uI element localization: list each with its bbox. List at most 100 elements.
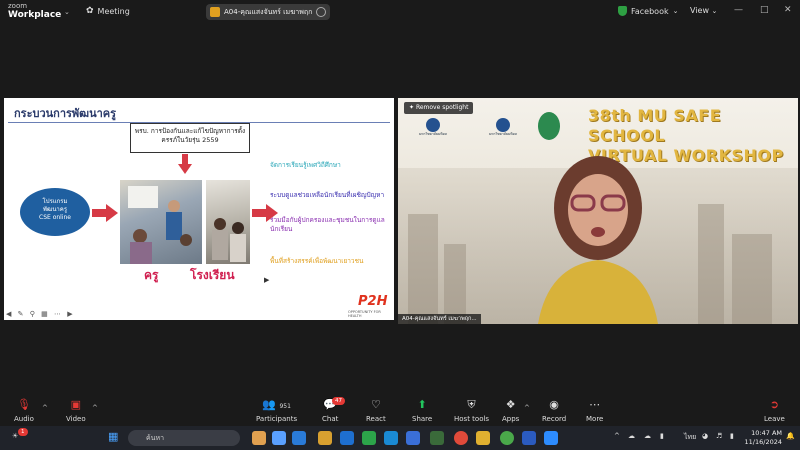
prev-icon[interactable]: ◀ (6, 310, 13, 318)
battery-status-icon[interactable]: ▮ (730, 432, 734, 440)
taskbar: ☀ 1 ▦ ค้นหา ^ ☁ ☁ ▮ ไทย ◕ ♬ ▮ 10:47 AM 1… (0, 426, 800, 450)
apps-label: Apps (502, 415, 520, 423)
react-button[interactable]: ♡ React (366, 398, 386, 423)
bullet-item: ระบบดูแลช่วยเหลือนักเรียนที่เผชิญปัญหา (270, 191, 385, 199)
heart-icon: ♡ (370, 398, 381, 411)
bullet-item: จัดการเรียนรู้เพศวิถีศึกษา (270, 161, 341, 169)
school-label: โรงเรียน (190, 268, 235, 282)
chrome-icon[interactable] (454, 431, 468, 445)
wifi-icon[interactable]: ◕ (702, 432, 708, 440)
mail-icon[interactable] (292, 431, 306, 445)
video-options-icon[interactable]: ^ (92, 404, 98, 412)
more-button[interactable]: ⋯ More (586, 398, 603, 423)
language-indicator[interactable]: ไทย (684, 432, 696, 443)
remove-spotlight-button[interactable]: ✦ Remove spotlight (404, 102, 474, 114)
participants-count: 951 (279, 403, 291, 410)
shared-slide: กระบวนการพัฒนาครู พรบ. การป้องกันและแก้ไ… (4, 98, 394, 320)
chat-badge: 47 (332, 397, 345, 405)
meeting-label: Meeting (97, 6, 130, 16)
close-icon[interactable]: ✕ (784, 5, 792, 15)
grid-icon[interactable]: ▦ (41, 310, 50, 318)
video-button[interactable]: ▣ Video (66, 398, 86, 423)
oval-line: CSE online (39, 214, 71, 221)
line-icon[interactable] (362, 431, 376, 445)
mahidol-logo-icon (496, 118, 510, 132)
share-button[interactable]: ⬆ Share (412, 398, 432, 423)
participants-icon: 👥 951 (262, 398, 291, 411)
leave-icon: ➲ (769, 398, 780, 411)
clock[interactable]: 10:47 AM 11/16/2024 (742, 429, 782, 447)
pen-icon[interactable]: ✎ (18, 310, 26, 318)
host-tools-button[interactable]: ⛨ Host tools (454, 398, 489, 423)
zoom-icon[interactable]: ⚲ (30, 310, 37, 318)
video-off-icon: ▣ (70, 398, 82, 411)
notifications-icon[interactable]: 🔔 (786, 432, 795, 440)
brand-chevron-icon[interactable]: ⌄ (64, 8, 70, 16)
search-input[interactable]: ค้นหา (128, 430, 240, 446)
teacher-photo (120, 180, 202, 264)
edge-icon[interactable] (384, 431, 398, 445)
top-bar: zoom Workplace ⌄ ✿ Meeting A04-คุณแสงจัน… (0, 0, 800, 24)
safe-school-logo-icon (538, 112, 560, 140)
battery-icon[interactable]: ▮ (660, 432, 664, 440)
participants-label: Participants (256, 415, 298, 423)
more-label: More (586, 415, 604, 423)
files-icon[interactable] (318, 431, 332, 445)
app-icon[interactable] (430, 431, 444, 445)
record-button[interactable]: ◉ Record (542, 398, 566, 423)
start-icon[interactable]: ▦ (108, 430, 118, 443)
view-menu[interactable]: View ⌄ (690, 6, 717, 15)
screen-share-pill[interactable]: A04-คุณแสงจันทร์ เมฆาพฤกษ์'s scre (206, 4, 330, 20)
slide-title: กระบวนการพัฒนาครู (14, 107, 117, 120)
facebook-indicator[interactable]: Facebook ⌄ (618, 6, 678, 16)
apps-button[interactable]: ❖ Apps (502, 398, 519, 423)
share-title: A04-คุณแสงจันทร์ เมฆาพฤกษ์'s scre (224, 7, 312, 16)
volume-icon[interactable]: ♬ (716, 432, 722, 440)
tray-chevron-icon[interactable]: ^ (614, 432, 620, 440)
share-options-icon[interactable] (316, 7, 326, 17)
down-arrow-icon (178, 154, 192, 174)
taskview-icon[interactable] (252, 431, 266, 445)
paw-icon: ✿ (86, 6, 94, 16)
folder-icon[interactable] (476, 431, 490, 445)
maximize-icon[interactable]: □ (760, 5, 769, 15)
participants-button[interactable]: 👥 951 Participants (256, 398, 297, 423)
chevron-down-icon: ⌄ (672, 7, 679, 15)
facebook-label: Facebook (631, 6, 669, 16)
minimize-icon[interactable]: — (734, 5, 743, 15)
shield-icon: ⛨ (467, 398, 476, 411)
apps-options-icon[interactable]: ^ (524, 404, 530, 412)
leave-label: Leave (764, 415, 785, 423)
speaker-person (538, 156, 658, 324)
cloud-icon[interactable]: ☁ (628, 432, 635, 440)
notification-badge: 1 (18, 428, 28, 436)
cloud-icon[interactable]: ☁ (644, 432, 651, 440)
audio-options-icon[interactable]: ^ (42, 404, 48, 412)
shield-icon (618, 6, 627, 16)
store-icon[interactable] (406, 431, 420, 445)
chevron-down-icon: ⌄ (711, 7, 718, 15)
next-icon[interactable]: ▶ (67, 310, 74, 318)
zoom-icon[interactable] (544, 431, 558, 445)
audio-button[interactable]: 🎙 Audio (14, 398, 34, 423)
school-photo (206, 180, 250, 264)
meeting-menu[interactable]: ✿ Meeting (86, 6, 130, 16)
slide-tools[interactable]: ◀ ✎ ⚲ ▦ ⋯ ▶ (6, 310, 75, 318)
copilot-icon[interactable] (272, 431, 286, 445)
apps-icon: ❖ (505, 398, 516, 411)
oval-line: โปรแกรม (42, 198, 68, 205)
building (444, 244, 466, 324)
more-icon[interactable]: ⋯ (54, 310, 63, 318)
bullet-item: พื้นที่สร้างสรรค์เพื่อพัฒนาเยาวชน (270, 257, 364, 265)
oval-line: พัฒนาครู (42, 206, 68, 213)
outlook-icon[interactable] (340, 431, 354, 445)
p2h-logo-sub: OPPORTUNITY FOR HEALTH (348, 310, 381, 318)
word-icon[interactable] (522, 431, 536, 445)
teacher-photo-art (128, 186, 192, 264)
mic-muted-icon: 🎙 (16, 398, 31, 411)
bullet-item: ร่วมมือกับผู้ปกครองและชุมชนในการดูแลนักเ… (270, 216, 385, 233)
share-app-icon (210, 7, 220, 17)
leave-button[interactable]: ➲ Leave (764, 398, 785, 423)
chrome-profile-icon[interactable] (500, 431, 514, 445)
audio-label: Audio (14, 415, 34, 423)
